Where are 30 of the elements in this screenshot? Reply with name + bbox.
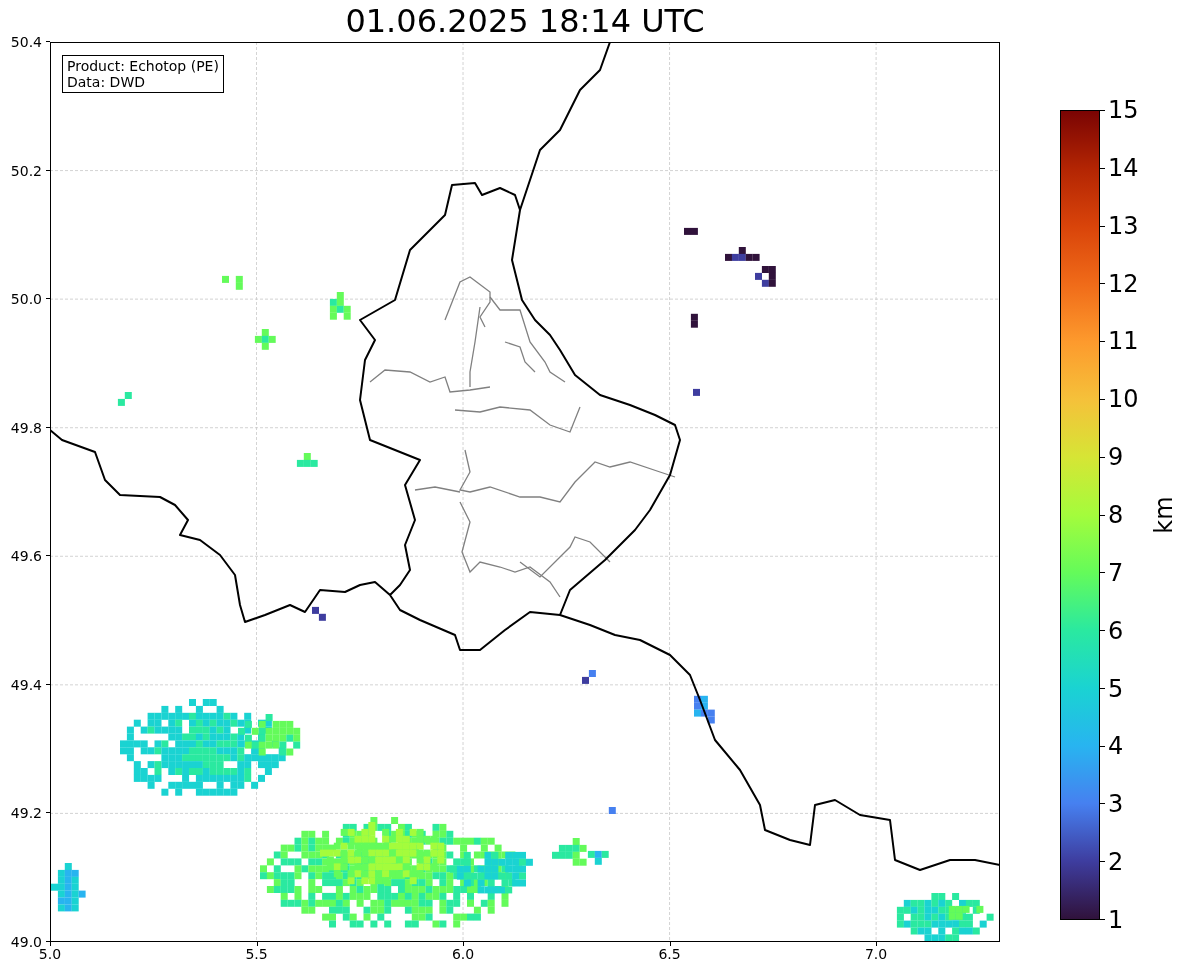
colorbar-tick-label: 12 xyxy=(1108,271,1139,296)
colorbar-tick-label: 14 xyxy=(1108,155,1139,180)
colorbar-tick-label: 15 xyxy=(1108,98,1139,122)
colorbar-tick-label: 7 xyxy=(1108,560,1124,585)
axis-tick-label: 49.6 xyxy=(10,548,42,565)
legend-text: Data: DWD xyxy=(67,74,146,90)
colorbar-tick-label: 4 xyxy=(1108,734,1124,759)
colorbar-tick-label: 3 xyxy=(1108,792,1124,817)
colorbar-tick-label: 13 xyxy=(1108,213,1139,238)
axis-tick-label: 49.4 xyxy=(10,676,42,693)
colorbar-tick-label: 8 xyxy=(1108,503,1124,527)
colorbar-tick-label: 2 xyxy=(1108,850,1124,875)
legend-text: Product: Echotop (PE) xyxy=(67,58,219,74)
axis-tick-label: 50.0 xyxy=(10,291,42,308)
colorbar-tick-label: 6 xyxy=(1108,618,1124,643)
axis-tick-label: 50.2 xyxy=(10,162,42,179)
axis-tick-label: 49.2 xyxy=(10,805,42,822)
axis-tick-label: 49.8 xyxy=(10,419,42,436)
colorbar-label: km xyxy=(1149,496,1178,534)
axis-tick-label: 7.0 xyxy=(864,946,888,962)
axis-tick-label: 50.4 xyxy=(10,34,42,50)
axis-tick-label: 6.5 xyxy=(658,946,681,962)
axis-tick-label: 6.0 xyxy=(451,946,475,962)
chart-title: 01.06.2025 18:14 UTC xyxy=(345,1,705,42)
colorbar-tick-label: 9 xyxy=(1108,445,1124,470)
colorbar-tick-label: 11 xyxy=(1108,329,1139,354)
axis-tick-label: 5.5 xyxy=(245,946,268,962)
colorbar-tick-label: 5 xyxy=(1108,676,1124,701)
colorbar-tick-label: 1 xyxy=(1108,908,1124,932)
colorbar-tick-label: 10 xyxy=(1108,387,1139,412)
